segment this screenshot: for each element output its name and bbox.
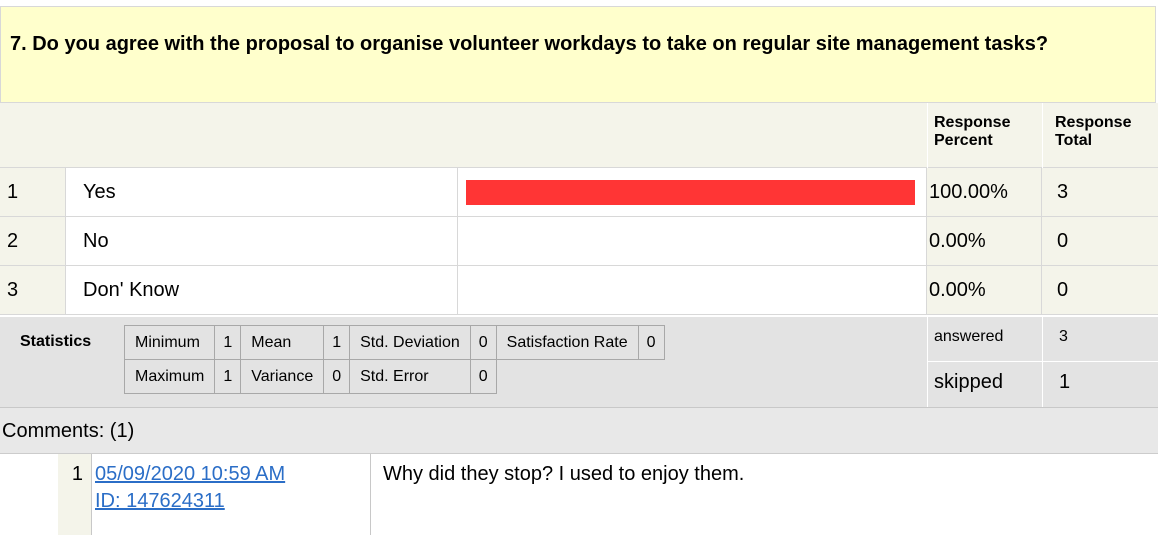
response-number: 2 xyxy=(0,217,66,265)
response-bar-cell xyxy=(458,266,927,314)
mean-value: 1 xyxy=(323,325,351,360)
response-total: 3 xyxy=(1042,168,1158,216)
response-label: Yes xyxy=(66,168,458,216)
mean-label: Mean xyxy=(240,325,325,360)
response-percent: 100.00% xyxy=(927,168,1042,216)
comment-number: 1 xyxy=(58,454,91,535)
empty-cell xyxy=(495,359,664,394)
answered-count: 3 xyxy=(1059,328,1068,345)
minimum-label: Minimum xyxy=(123,325,216,360)
response-number: 1 xyxy=(0,168,66,216)
summary-divider xyxy=(927,361,1158,362)
variance-label: Variance xyxy=(240,359,325,394)
response-percent-header: Response Percent xyxy=(934,114,1011,149)
response-row: 3 Don' Know 0.00% 0 xyxy=(0,266,1158,315)
statistics-section: Statistics Minimum 1 Mean 1 Std. Deviati… xyxy=(0,317,1158,408)
skipped-label: skipped xyxy=(934,371,1003,393)
question-title: 7. Do you agree with the proposal to org… xyxy=(10,33,1049,55)
response-bar xyxy=(465,179,916,206)
response-row: 1 Yes 100.00% 3 xyxy=(0,168,1158,217)
response-label: Don' Know xyxy=(66,266,458,314)
survey-question-panel: 7. Do you agree with the proposal to org… xyxy=(0,0,1158,535)
comment-row: 1 05/09/2020 10:59 AM ID: 147624311 Why … xyxy=(0,454,1158,535)
std-deviation-label: Std. Deviation xyxy=(349,325,471,360)
statistics-table: Minimum 1 Mean 1 Std. Deviation 0 Satisf… xyxy=(123,325,665,394)
comment-text: Why did they stop? I used to enjoy them. xyxy=(383,463,745,485)
summary-separator xyxy=(1042,317,1043,407)
response-label: No xyxy=(66,217,458,265)
response-total-header: Response Total xyxy=(1055,114,1132,149)
skipped-count: 1 xyxy=(1059,371,1071,393)
comments-header[interactable]: Comments: (1) xyxy=(0,408,1158,454)
response-bar-cell xyxy=(458,168,927,216)
minimum-value: 1 xyxy=(214,325,242,360)
column-separator xyxy=(1042,103,1043,168)
variance-value: 0 xyxy=(323,359,351,394)
column-header-row: Response Percent Response Total xyxy=(0,103,1158,168)
response-bar-cell xyxy=(458,217,927,265)
comment-id-link[interactable]: ID: 147624311 xyxy=(95,488,370,515)
std-error-label: Std. Error xyxy=(349,359,471,394)
maximum-value: 1 xyxy=(214,359,242,394)
question-header: 7. Do you agree with the proposal to org… xyxy=(0,6,1156,103)
comment-date-link[interactable]: 05/09/2020 10:59 AM xyxy=(95,461,370,488)
std-deviation-value: 0 xyxy=(469,325,497,360)
summary-separator xyxy=(927,317,928,407)
response-percent: 0.00% xyxy=(927,217,1042,265)
column-separator xyxy=(927,103,928,168)
maximum-label: Maximum xyxy=(123,359,216,394)
satisfaction-rate-value: 0 xyxy=(637,325,665,360)
statistics-title: Statistics xyxy=(20,333,92,350)
answered-label: answered xyxy=(934,328,1004,345)
response-number: 3 xyxy=(0,266,66,314)
std-error-value: 0 xyxy=(469,359,497,394)
response-percent: 0.00% xyxy=(927,266,1042,314)
response-row: 2 No 0.00% 0 xyxy=(0,217,1158,266)
comment-meta: 05/09/2020 10:59 AM ID: 147624311 xyxy=(91,454,371,535)
satisfaction-rate-label: Satisfaction Rate xyxy=(495,325,639,360)
response-total: 0 xyxy=(1042,217,1158,265)
response-total: 0 xyxy=(1042,266,1158,314)
